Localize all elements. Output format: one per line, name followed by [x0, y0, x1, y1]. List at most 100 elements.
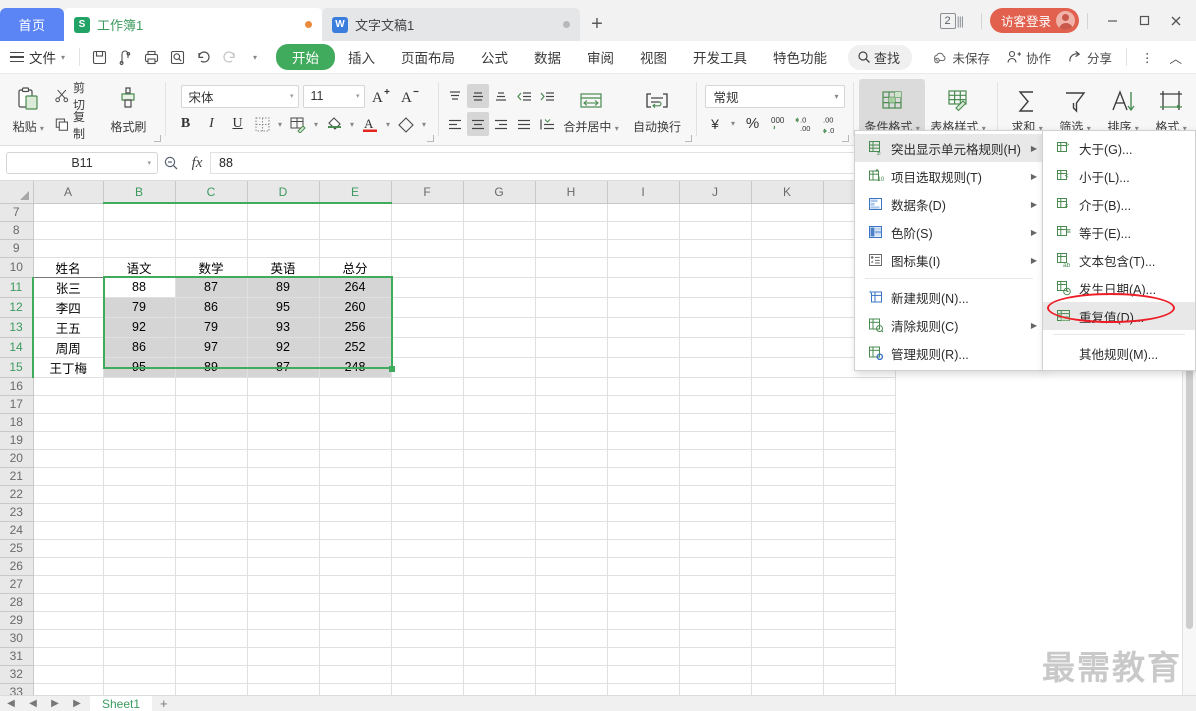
maximize-button[interactable] [1128, 6, 1160, 36]
cell-I24[interactable] [607, 521, 680, 540]
print-preview-icon[interactable] [112, 44, 138, 70]
cell-25[interactable] [823, 539, 896, 558]
cell-D10[interactable]: 英语 [247, 257, 320, 278]
cell-G21[interactable] [463, 467, 536, 486]
row-header-25[interactable]: 25 [0, 539, 34, 558]
column-header-D[interactable]: D [247, 181, 320, 204]
cell-A8[interactable] [33, 221, 104, 240]
column-header-H[interactable]: H [535, 181, 608, 204]
cell-I10[interactable] [607, 257, 680, 278]
collapse-ribbon-button[interactable]: ︿ [1161, 48, 1190, 67]
cell-C7[interactable] [175, 203, 248, 222]
row-header-9[interactable]: 9 [0, 239, 34, 258]
tab-formulas[interactable]: 公式 [468, 44, 521, 70]
cell-K8[interactable] [751, 221, 824, 240]
cell-26[interactable] [823, 557, 896, 576]
cell-F19[interactable] [391, 431, 464, 450]
tab-start[interactable]: 开始 [276, 44, 336, 70]
cell-B18[interactable] [103, 413, 176, 432]
menu-item-greater-than[interactable]: > 大于(G)... [1043, 134, 1195, 162]
cell-H26[interactable] [535, 557, 608, 576]
menu-item-data-bars[interactable]: 数据条(D) ▶ [855, 190, 1043, 218]
cell-C22[interactable] [175, 485, 248, 504]
row-header-12[interactable]: 12 [0, 297, 34, 318]
cell-J11[interactable] [679, 277, 752, 298]
cell-D29[interactable] [247, 611, 320, 630]
cell-H27[interactable] [535, 575, 608, 594]
cell-J22[interactable] [679, 485, 752, 504]
cell-B15[interactable]: 95 [103, 357, 176, 378]
fill-color-button[interactable] [323, 112, 345, 136]
row-header-24[interactable]: 24 [0, 521, 34, 540]
cell-A7[interactable] [33, 203, 104, 222]
customize-quick-access-icon[interactable]: ▾ [242, 44, 268, 70]
cell-E28[interactable] [319, 593, 392, 612]
tab-data[interactable]: 数据 [521, 44, 574, 70]
row-header-15[interactable]: 15 [0, 357, 34, 378]
cell-B16[interactable] [103, 377, 176, 396]
cell-H13[interactable] [535, 317, 608, 338]
cell-H12[interactable] [535, 297, 608, 318]
column-header-J[interactable]: J [679, 181, 752, 204]
cell-D27[interactable] [247, 575, 320, 594]
cell-C23[interactable] [175, 503, 248, 522]
menu-item-highlight-cell-rules[interactable]: ≠ 突出显示单元格规则(H) ▶ [855, 134, 1043, 162]
cell-style-button[interactable] [287, 112, 309, 136]
cell-A21[interactable] [33, 467, 104, 486]
last-sheet-button[interactable]: ▶ [66, 698, 88, 709]
cell-H17[interactable] [535, 395, 608, 414]
cell-A13[interactable]: 王五 [33, 317, 104, 338]
cell-G8[interactable] [463, 221, 536, 240]
cell-B26[interactable] [103, 557, 176, 576]
cell-I13[interactable] [607, 317, 680, 338]
cell-E7[interactable] [319, 203, 392, 222]
row-header-13[interactable]: 13 [0, 317, 34, 338]
cell-22[interactable] [823, 485, 896, 504]
cell-F14[interactable] [391, 337, 464, 358]
row-header-7[interactable]: 7 [0, 203, 34, 222]
cell-C10[interactable]: 数学 [175, 257, 248, 278]
cell-F30[interactable] [391, 629, 464, 648]
row-header-10[interactable]: 10 [0, 257, 34, 278]
unsaved-status-button[interactable]: 未保存 [924, 48, 998, 67]
cell-I28[interactable] [607, 593, 680, 612]
cell-17[interactable] [823, 395, 896, 414]
cell-I30[interactable] [607, 629, 680, 648]
cell-H21[interactable] [535, 467, 608, 486]
cell-I29[interactable] [607, 611, 680, 630]
cell-C32[interactable] [175, 665, 248, 684]
menu-item-icon-sets[interactable]: 图标集(I) ▶ [855, 246, 1043, 274]
cell-F21[interactable] [391, 467, 464, 486]
increase-font-size-button[interactable]: A [369, 84, 394, 108]
cell-E23[interactable] [319, 503, 392, 522]
cell-H20[interactable] [535, 449, 608, 468]
cell-B25[interactable] [103, 539, 176, 558]
row-header-22[interactable]: 22 [0, 485, 34, 504]
cell-E16[interactable] [319, 377, 392, 396]
cell-K29[interactable] [751, 611, 824, 630]
cell-K9[interactable] [751, 239, 824, 258]
cell-D21[interactable] [247, 467, 320, 486]
cell-A27[interactable] [33, 575, 104, 594]
wrap-text-button[interactable]: 自动换行 [624, 79, 690, 141]
more-options-button[interactable]: ⋮ [1133, 50, 1162, 65]
cell-F23[interactable] [391, 503, 464, 522]
add-sheet-button[interactable]: + [160, 696, 168, 711]
cell-A9[interactable] [33, 239, 104, 258]
cell-A25[interactable] [33, 539, 104, 558]
tab-view[interactable]: 视图 [627, 44, 680, 70]
cell-F28[interactable] [391, 593, 464, 612]
cell-16[interactable] [823, 377, 896, 396]
cell-I21[interactable] [607, 467, 680, 486]
cell-E15[interactable]: 248 [319, 357, 392, 378]
cell-I7[interactable] [607, 203, 680, 222]
workbook-tab[interactable]: S 工作簿1 [64, 8, 322, 41]
distributed-align-button[interactable] [536, 112, 558, 136]
tab-special-features[interactable]: 特色功能 [760, 44, 840, 70]
cell-E32[interactable] [319, 665, 392, 684]
cell-D31[interactable] [247, 647, 320, 666]
cell-H25[interactable] [535, 539, 608, 558]
menu-item-clear-rules[interactable]: 清除规则(C) ▶ [855, 311, 1043, 339]
cell-B8[interactable] [103, 221, 176, 240]
cell-G17[interactable] [463, 395, 536, 414]
